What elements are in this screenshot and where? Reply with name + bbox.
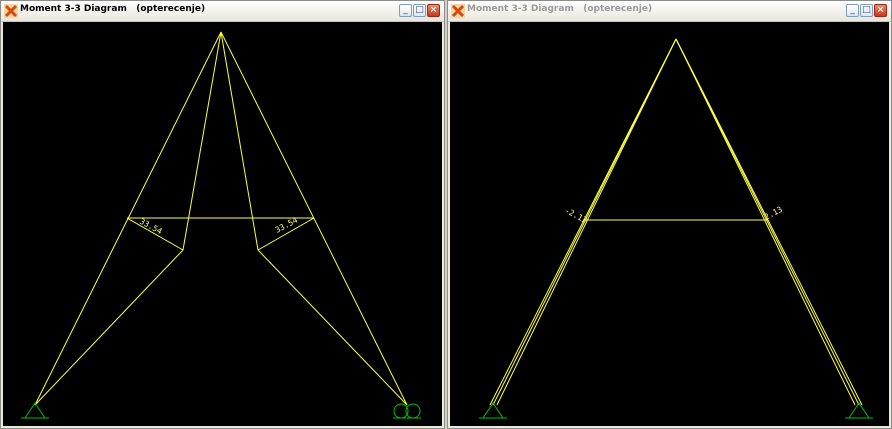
minimize-icon: _ (850, 5, 855, 15)
window-titlebar[interactable]: Moment 3-3 Diagram (opterecenje) _ □ × (1, 1, 444, 22)
window-titlebar[interactable]: Moment 3-3 Diagram (opterecenje) _ □ × (448, 1, 891, 22)
window-title: Moment 3-3 Diagram (opterecenje) (20, 4, 206, 14)
moment-line (182, 31, 222, 251)
app-icon (4, 4, 18, 18)
close-button[interactable]: × (427, 4, 440, 17)
moment-diagram-drawing: 33.54 33.54 (21, 31, 421, 419)
moment-line (34, 249, 184, 406)
window-title: Moment 3-3 Diagram (opterecenje) (467, 4, 653, 14)
maximize-button[interactable]: □ (860, 4, 873, 17)
moment-diagram-window-right[interactable]: Moment 3-3 Diagram (opterecenje) _ □ × -… (447, 0, 892, 429)
maximize-icon: □ (415, 5, 424, 15)
maximize-icon: □ (862, 5, 871, 15)
moment-line (496, 38, 677, 406)
moment-line (675, 38, 856, 406)
moment-line (220, 31, 259, 251)
app-icon (451, 4, 465, 18)
moment-line (257, 249, 408, 406)
close-icon: × (429, 5, 438, 15)
minimize-button[interactable]: _ (399, 4, 412, 17)
diagram-canvas[interactable]: 33.54 33.54 (3, 22, 442, 426)
pinned-support-icon (845, 402, 873, 419)
close-button[interactable]: × (874, 4, 887, 17)
moment-value-label: 33.54 (138, 217, 164, 236)
diagram-canvas[interactable]: -2.13 2.13 (450, 22, 889, 426)
close-icon: × (876, 5, 885, 15)
pinned-support-icon (21, 402, 49, 419)
moment-value-label: 2.13 (763, 205, 784, 222)
roller-support-icon (393, 403, 421, 419)
maximize-button[interactable]: □ (413, 4, 426, 17)
moment-diagram-window-left[interactable]: Moment 3-3 Diagram (opterecenje) _ □ × 3… (0, 0, 445, 429)
minimize-icon: _ (403, 5, 408, 15)
minimize-button[interactable]: _ (846, 4, 859, 17)
moment-value-label: -2.13 (563, 206, 589, 225)
pinned-support-icon (479, 402, 507, 419)
moment-diagram-drawing: -2.13 2.13 (479, 38, 873, 419)
moment-line (675, 38, 863, 406)
